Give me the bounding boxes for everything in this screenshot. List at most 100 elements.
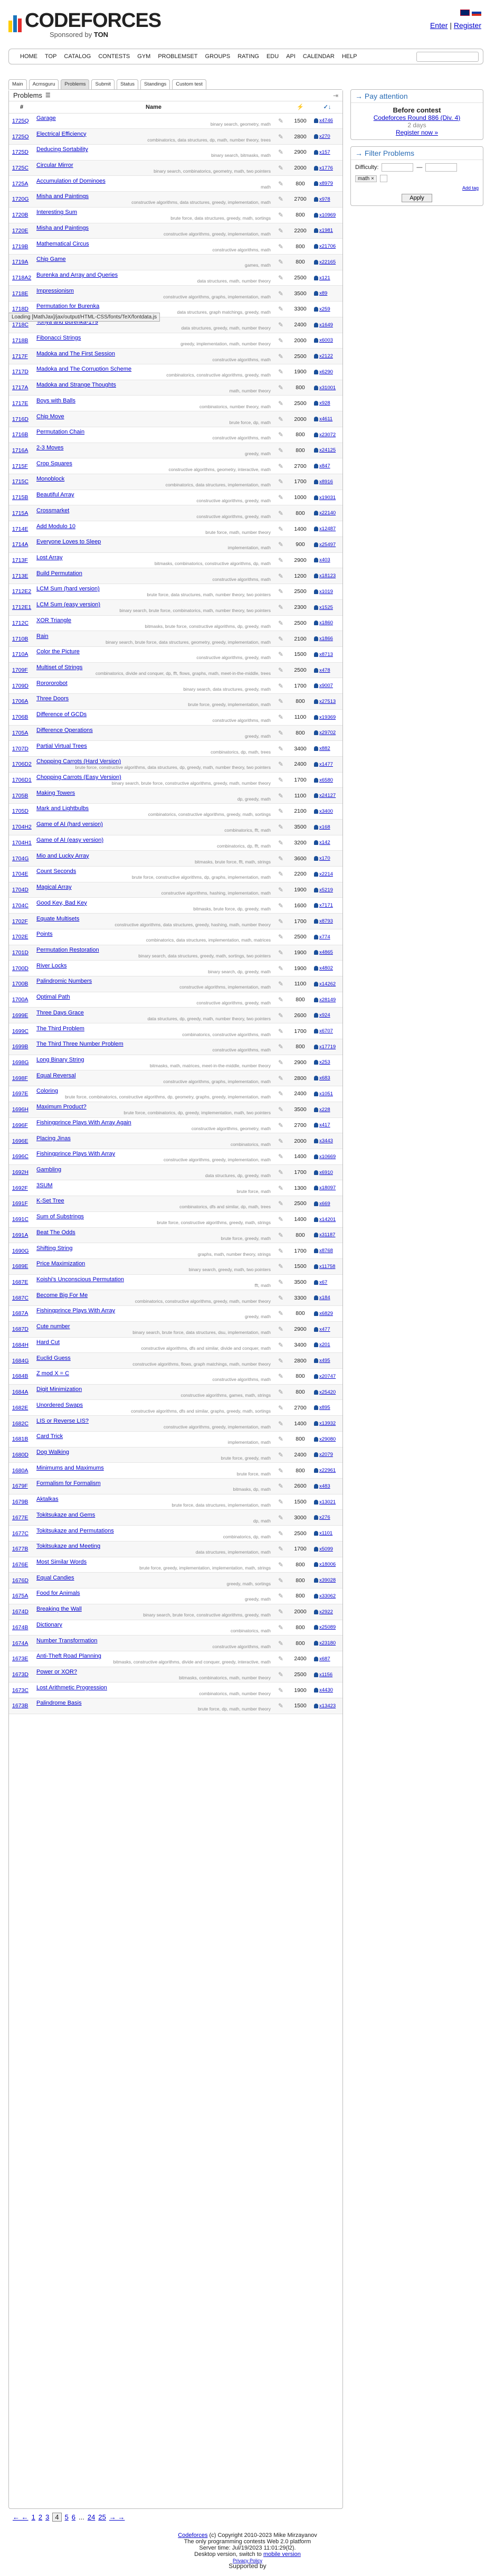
solved-sort-icon[interactable]: ✓↓ [312, 101, 342, 114]
solved-count-link[interactable]: x882 [319, 746, 330, 751]
problem-name-link[interactable]: Mio and Lucky Array [36, 853, 271, 859]
submit-icon[interactable]: ✎ [273, 1588, 289, 1604]
solved-count-link[interactable]: x6707 [319, 1028, 333, 1034]
submit-icon[interactable]: ✎ [273, 348, 289, 364]
solved-count-link[interactable]: x10969 [319, 212, 336, 218]
menu-item-home[interactable]: Home [16, 53, 41, 60]
problem-id-link[interactable]: 1719A [12, 259, 28, 265]
problem-id-link[interactable]: 1691A [12, 1232, 28, 1238]
solved-count-link[interactable]: x157 [319, 149, 330, 155]
submit-icon[interactable]: ✎ [273, 772, 289, 788]
problem-name-link[interactable]: Rain [36, 633, 271, 640]
solved-count-link[interactable]: x1051 [319, 1091, 333, 1097]
problem-id-link[interactable]: 1699E [12, 1012, 28, 1019]
problem-name-link[interactable]: 2-3 Moves [36, 445, 271, 451]
submit-icon[interactable]: ✎ [273, 1462, 289, 1479]
menu-item-api[interactable]: API [282, 53, 299, 60]
problem-name-link[interactable]: Burenka and Array and Queries [36, 272, 271, 278]
submit-icon[interactable]: ✎ [273, 1039, 289, 1055]
problem-id-link[interactable]: 1717F [12, 353, 28, 360]
solved-count-link[interactable]: x6910 [319, 1170, 333, 1176]
tab-standings[interactable]: Standings [140, 79, 170, 90]
submit-icon[interactable]: ✎ [273, 1352, 289, 1369]
solved-count-link[interactable]: x669 [319, 1201, 330, 1207]
pager-page-link[interactable]: 1 [32, 2513, 35, 2521]
submit-icon[interactable]: ✎ [273, 317, 289, 333]
submit-icon[interactable]: ✎ [273, 835, 289, 851]
problem-name-link[interactable]: Most Similar Words [36, 1559, 271, 1565]
problem-id-link[interactable]: 1673B [12, 1703, 28, 1709]
problem-name-link[interactable]: Permutation Chain [36, 429, 271, 435]
add-tag-link[interactable]: Add tag [462, 185, 479, 191]
solved-count-link[interactable]: x4430 [319, 1687, 333, 1693]
menu-item-top[interactable]: Top [41, 53, 60, 60]
problem-name-link[interactable]: Permutation Restoration [36, 947, 271, 953]
problem-name-link[interactable]: Equal Candies [36, 1575, 271, 1581]
submit-icon[interactable]: ✎ [273, 1368, 289, 1385]
solved-count-link[interactable]: x924 [319, 1012, 330, 1018]
submit-icon[interactable]: ✎ [273, 207, 289, 223]
problem-name-link[interactable]: Beat The Odds [36, 1229, 271, 1236]
solved-count-link[interactable]: x6290 [319, 369, 333, 375]
menu-item-groups[interactable]: Groups [202, 53, 234, 60]
solved-count-link[interactable]: x142 [319, 840, 330, 845]
problem-id-link[interactable]: 1691C [12, 1216, 28, 1223]
solved-count-link[interactable]: x25089 [319, 1624, 336, 1630]
submit-icon[interactable]: ✎ [273, 427, 289, 443]
problem-name-link[interactable]: Coloring [36, 1088, 271, 1094]
solved-count-link[interactable]: x10669 [319, 1154, 336, 1160]
submit-icon[interactable]: ✎ [273, 1180, 289, 1197]
problem-id-link[interactable]: 1713F [12, 557, 28, 563]
solved-count-link[interactable]: x8793 [319, 918, 333, 924]
problem-id-link[interactable]: 1690G [12, 1248, 29, 1254]
problem-name-link[interactable]: Number Transformation [36, 1638, 271, 1644]
problem-name-link[interactable]: Gambling [36, 1167, 271, 1173]
solved-count-link[interactable]: x1156 [319, 1672, 332, 1678]
submit-icon[interactable]: ✎ [273, 568, 289, 585]
submit-icon[interactable]: ✎ [273, 1478, 289, 1494]
submit-icon[interactable]: ✎ [273, 1290, 289, 1306]
problem-id-link[interactable]: 1706D2 [12, 761, 32, 767]
problem-id-link[interactable]: 1700D [12, 965, 28, 972]
problem-name-link[interactable]: Points [36, 931, 271, 937]
submit-icon[interactable]: ✎ [273, 1133, 289, 1149]
solved-count-link[interactable]: x683 [319, 1075, 330, 1081]
submit-icon[interactable]: ✎ [273, 803, 289, 820]
submit-icon[interactable]: ✎ [273, 1541, 289, 1557]
solved-count-link[interactable]: x270 [319, 134, 330, 139]
problem-id-link[interactable]: 1684A [12, 1389, 28, 1395]
submit-icon[interactable]: ✎ [273, 1604, 289, 1620]
problem-name-link[interactable]: Crossmarket [36, 507, 271, 514]
submit-icon[interactable]: ✎ [273, 882, 289, 898]
problem-name-link[interactable]: River Locks [36, 963, 271, 969]
submit-icon[interactable]: ✎ [273, 1635, 289, 1651]
solved-count-link[interactable]: x2079 [319, 1452, 333, 1458]
problem-id-link[interactable]: 1704D [12, 887, 28, 893]
problem-name-link[interactable]: Mathematical Circus [36, 241, 271, 247]
submit-icon[interactable]: ✎ [273, 1525, 289, 1541]
solved-count-link[interactable]: x184 [319, 1295, 330, 1301]
submit-icon[interactable]: ✎ [273, 380, 289, 396]
solved-count-link[interactable]: x14201 [319, 1217, 336, 1223]
menu-item-help[interactable]: Help [338, 53, 361, 60]
footer-codeforces-link[interactable]: Codeforces [178, 2532, 207, 2539]
problem-id-link[interactable]: 1712E2 [12, 588, 31, 595]
submit-icon[interactable]: ✎ [273, 1651, 289, 1667]
problem-id-link[interactable]: 1704H1 [12, 840, 32, 846]
submit-icon[interactable]: ✎ [273, 1557, 289, 1573]
solved-count-link[interactable]: x1477 [319, 761, 333, 767]
problem-name-link[interactable]: Difference of GCDs [36, 711, 271, 718]
problem-id-link[interactable]: 1704G [12, 855, 29, 862]
submit-icon[interactable]: ✎ [273, 850, 289, 867]
submit-icon[interactable]: ✎ [273, 1149, 289, 1165]
problem-id-link[interactable]: 1681B [12, 1436, 28, 1442]
submit-icon[interactable]: ✎ [273, 631, 289, 647]
problem-name-link[interactable]: Cute number [36, 1323, 271, 1330]
solved-count-link[interactable]: x978 [319, 196, 330, 202]
problem-name-link[interactable]: Formalism for Formalism [36, 1480, 271, 1487]
problem-name-link[interactable]: LCM Sum (easy version) [36, 601, 271, 608]
problem-name-link[interactable]: LCM Sum (hard version) [36, 586, 271, 592]
problem-name-link[interactable]: Fishingprince Plays With Array [36, 1308, 271, 1314]
submit-icon[interactable]: ✎ [273, 615, 289, 632]
problem-id-link[interactable]: 1696C [12, 1153, 28, 1160]
